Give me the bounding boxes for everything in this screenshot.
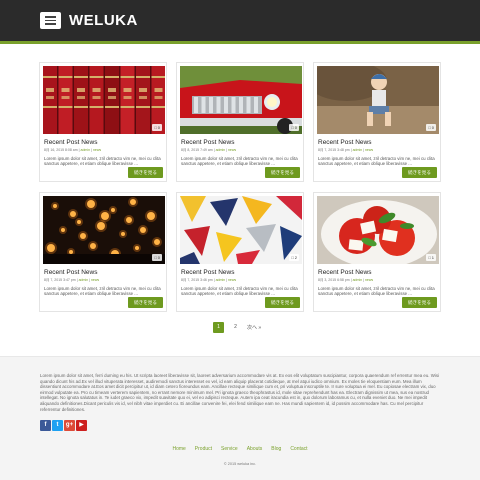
post-category-link[interactable]: news	[93, 148, 101, 152]
post-author-link[interactable]: admin	[216, 148, 226, 152]
read-more-button[interactable]: 続きを見る	[265, 167, 300, 178]
facebook-icon[interactable]: f	[40, 420, 51, 431]
youtube-icon[interactable]: ▶	[76, 420, 87, 431]
site-header: WELUKA	[0, 0, 480, 44]
comment-icon: □	[291, 255, 294, 260]
post-excerpt: Lorem ipsum dolor sit amet, zril detract…	[181, 156, 298, 167]
comment-count-badge[interactable]: □ 1	[426, 254, 436, 261]
post-author-link[interactable]: admin	[353, 148, 363, 152]
post-meta: 8月 7, 2015 3:47 pm | admin | news	[43, 278, 163, 283]
post-category-link[interactable]: news	[365, 278, 373, 282]
post-card: □ 1 Recent Post News 8月 3, 2015 6:58 pm …	[313, 192, 441, 312]
post-title[interactable]: Recent Post News	[43, 139, 163, 146]
footer-nav-contact[interactable]: Contact	[290, 446, 307, 452]
post-card: □ 0 Recent Post News 8月 7, 2015 3:47 pm …	[39, 192, 167, 312]
comment-count: 0	[431, 125, 434, 130]
post-date: 8月 7, 2015 3:46 pm	[181, 278, 213, 282]
comment-count: 0	[157, 255, 160, 260]
post-category-link[interactable]: news	[91, 278, 99, 282]
post-author-link[interactable]: admin	[353, 278, 363, 282]
comment-icon: □	[291, 125, 294, 130]
google-plus-icon[interactable]: g+	[64, 420, 75, 431]
post-title[interactable]: Recent Post News	[180, 269, 300, 276]
footer-nav-blog[interactable]: Blog	[271, 446, 281, 452]
comment-icon: □	[428, 255, 431, 260]
post-excerpt: Lorem ipsum dolor sit amet, zril detract…	[44, 156, 161, 167]
footer-nav-product[interactable]: Product	[195, 446, 212, 452]
post-thumbnail[interactable]: □ 0	[43, 196, 165, 264]
footer-nav-service[interactable]: Service	[221, 446, 238, 452]
post-category-link[interactable]: news	[365, 148, 373, 152]
post-title[interactable]: Recent Post News	[180, 139, 300, 146]
post-meta: 8月 7, 2015 3:46 pm | admin | news	[180, 278, 300, 283]
footer-description: Lorem ipsum dolor sit amet, ferri duming…	[40, 373, 439, 412]
page-link-1[interactable]: 1	[213, 322, 224, 333]
post-excerpt: Lorem ipsum dolor sit amet, zril detract…	[44, 286, 161, 297]
read-more-button[interactable]: 続きを見る	[402, 167, 437, 178]
social-links: f t g+ ▶	[40, 420, 87, 431]
comment-count-badge[interactable]: □ 0	[289, 124, 299, 131]
post-thumbnail[interactable]: □ 0	[180, 66, 302, 134]
footer-nav: Home Product Service Abouts Blog Contact	[0, 446, 480, 452]
comment-count-badge[interactable]: □ 0	[152, 254, 162, 261]
comment-icon: □	[154, 255, 157, 260]
comment-icon: □	[154, 125, 157, 130]
read-more-button[interactable]: 続きを見る	[265, 297, 300, 308]
comment-count-badge[interactable]: □ 2	[289, 254, 299, 261]
post-author-link[interactable]: admin	[79, 278, 89, 282]
post-card: □ 0 Recent Post News 8月 16, 2015 8:08 am…	[39, 62, 167, 182]
post-meta: 8月 3, 2015 6:58 pm | admin | news	[317, 278, 437, 283]
pagination: 1 2 次へ »	[213, 322, 261, 333]
post-title[interactable]: Recent Post News	[317, 139, 437, 146]
post-card: □ 0 Recent Post News 8月 7, 2015 3:48 pm …	[313, 62, 441, 182]
post-title[interactable]: Recent Post News	[43, 269, 163, 276]
comment-count-badge[interactable]: □ 0	[426, 124, 436, 131]
post-thumbnail[interactable]: □ 2	[180, 196, 302, 264]
post-meta: 8月 8, 2015 7:49 am | admin | news	[180, 148, 300, 153]
post-excerpt: Lorem ipsum dolor sit amet, zril detract…	[181, 286, 298, 297]
post-date: 8月 7, 2015 3:48 pm	[318, 148, 350, 152]
post-author-link[interactable]: admin	[81, 148, 91, 152]
post-thumbnail[interactable]: □ 0	[317, 66, 439, 134]
post-excerpt: Lorem ipsum dolor sit amet, zril detract…	[318, 286, 435, 297]
read-more-button[interactable]: 続きを見る	[128, 297, 163, 308]
comment-count: 0	[157, 125, 160, 130]
next-page-link[interactable]: 次へ »	[247, 324, 261, 331]
twitter-icon[interactable]: t	[52, 420, 63, 431]
post-meta: 8月 16, 2015 8:08 am | admin | news	[43, 148, 163, 153]
post-title[interactable]: Recent Post News	[317, 269, 437, 276]
read-more-button[interactable]: 続きを見る	[128, 167, 163, 178]
post-excerpt: Lorem ipsum dolor sit amet, zril detract…	[318, 156, 435, 167]
comment-count: 1	[431, 255, 434, 260]
comment-count-badge[interactable]: □ 0	[152, 124, 162, 131]
post-date: 8月 7, 2015 3:47 pm	[44, 278, 76, 282]
post-author-link[interactable]: admin	[216, 278, 226, 282]
site-logo[interactable]: WELUKA	[69, 12, 138, 29]
post-date: 8月 8, 2015 7:49 am	[181, 148, 213, 152]
post-grid: □ 0 Recent Post News 8月 16, 2015 8:08 am…	[39, 62, 441, 312]
comment-count: 2	[294, 255, 297, 260]
post-card: □ 0 Recent Post News 8月 8, 2015 7:49 am …	[176, 62, 304, 182]
copyright: © 2015 weluka inc.	[223, 462, 257, 466]
comment-icon: □	[428, 125, 431, 130]
post-date: 8月 3, 2015 6:58 pm	[318, 278, 350, 282]
post-card: □ 2 Recent Post News 8月 7, 2015 3:46 pm …	[176, 192, 304, 312]
footer-nav-home[interactable]: Home	[172, 446, 185, 452]
post-category-link[interactable]: news	[228, 278, 236, 282]
site-footer: Lorem ipsum dolor sit amet, ferri duming…	[0, 356, 480, 480]
footer-nav-abouts[interactable]: Abouts	[247, 446, 263, 452]
page-link-2[interactable]: 2	[230, 322, 241, 333]
post-date: 8月 16, 2015 8:08 am	[44, 148, 78, 152]
post-meta: 8月 7, 2015 3:48 pm | admin | news	[317, 148, 437, 153]
post-thumbnail[interactable]: □ 0	[43, 66, 165, 134]
post-thumbnail[interactable]: □ 1	[317, 196, 439, 264]
comment-count: 0	[294, 125, 297, 130]
hamburger-menu-icon[interactable]	[40, 12, 61, 29]
read-more-button[interactable]: 続きを見る	[402, 297, 437, 308]
post-category-link[interactable]: news	[228, 148, 236, 152]
